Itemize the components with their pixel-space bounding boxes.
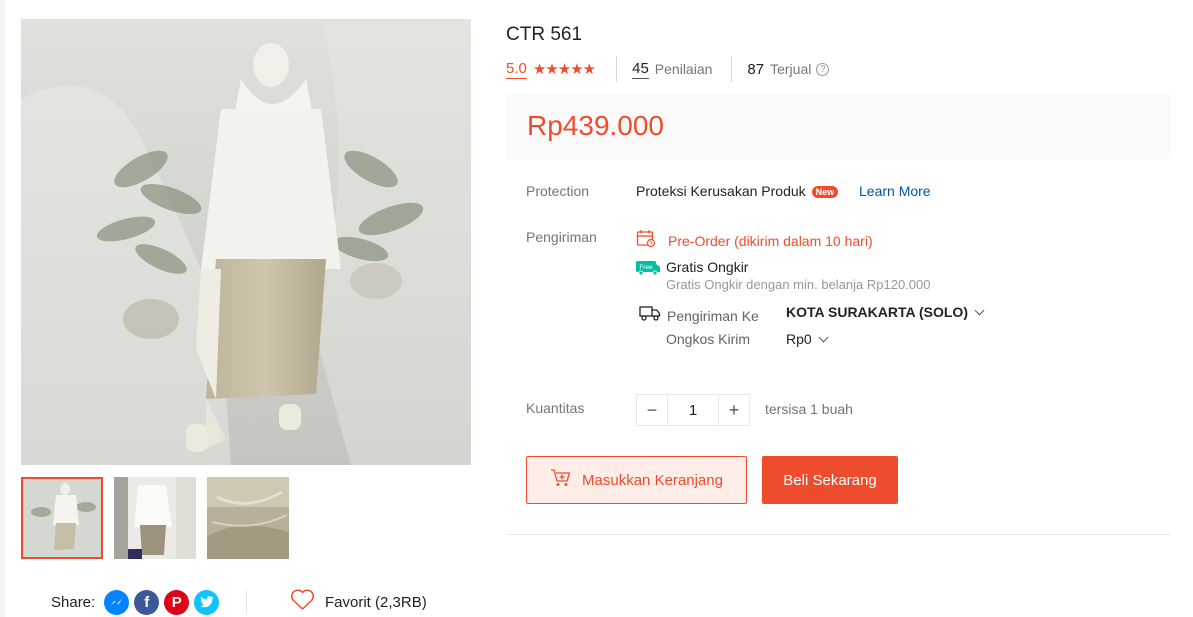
favorite-button[interactable]: Favorit (2,3RB) — [290, 588, 427, 616]
quantity-decrease-button[interactable]: − — [636, 394, 668, 426]
calendar-icon — [636, 229, 656, 253]
free-shipping-icon: Free — [636, 260, 661, 276]
sold-count: 87 — [747, 60, 765, 78]
new-badge: New — [811, 186, 839, 199]
preorder-row: Pre-Order (dikirim dalam 10 hari) — [636, 229, 873, 253]
share-label: Share: — [51, 593, 96, 611]
learn-more-link[interactable]: Learn More — [859, 183, 931, 199]
reviews-label: Penilaian — [654, 61, 713, 77]
price-box: Rp439.000 — [506, 94, 1171, 159]
ship-to-city-dropdown[interactable]: KOTA SURAKARTA (SOLO) — [786, 304, 985, 320]
shipping-label: Pengiriman — [526, 229, 597, 245]
buy-now-button[interactable]: Beli Sekarang — [762, 456, 898, 504]
ship-to-city: KOTA SURAKARTA (SOLO) — [786, 304, 968, 320]
thumbnail-strip — [21, 477, 289, 559]
product-card: Share: f P Favorit (2,3RB) CTR 561 5.0 ★… — [5, 0, 1193, 617]
stock-text: tersisa 1 buah — [765, 401, 853, 417]
shipping-cost-dropdown[interactable]: Rp0 — [786, 331, 829, 347]
thumbnail-3[interactable] — [207, 477, 289, 559]
messenger-icon[interactable] — [104, 589, 130, 615]
product-title: CTR 561 — [506, 24, 583, 45]
quantity-input[interactable] — [668, 394, 718, 426]
chevron-down-icon — [818, 332, 829, 343]
ship-to-row: Pengiriman Ke — [639, 304, 759, 327]
cart-icon — [550, 468, 572, 492]
shipping-cost-label: Ongkos Kirim — [666, 331, 751, 347]
twitter-icon[interactable] — [194, 589, 220, 615]
quantity-increase-button[interactable]: + — [718, 394, 750, 426]
rating-divider — [616, 56, 618, 82]
protection-value: Proteksi Kerusakan Produk New — [636, 183, 839, 199]
sold-label: Terjual — [770, 61, 812, 77]
chevron-down-icon — [974, 305, 985, 316]
share-row: Share: f P — [51, 589, 220, 615]
add-to-cart-button[interactable]: Masukkan Keranjang — [526, 456, 747, 504]
free-shipping-title: Gratis Ongkir — [666, 259, 749, 275]
pinterest-icon[interactable]: P — [164, 589, 190, 615]
free-shipping-subtitle: Gratis Ongkir dengan min. belanja Rp120.… — [666, 277, 931, 292]
sold-divider — [731, 56, 733, 82]
favorite-label: Favorit (2,3RB) — [325, 593, 427, 611]
product-price: Rp439.000 — [527, 110, 665, 141]
facebook-icon[interactable]: f — [134, 589, 160, 615]
free-shipping-row: Free Gratis Ongkir — [636, 259, 749, 276]
share-divider — [246, 590, 247, 614]
add-to-cart-label: Masukkan Keranjang — [582, 471, 723, 489]
rating-row: 5.0 ★★★★★ 45 Penilaian 87 Terjual ? — [506, 56, 830, 82]
help-icon[interactable]: ? — [816, 62, 830, 76]
truck-icon — [639, 304, 661, 327]
thumbnail-1[interactable] — [21, 477, 103, 559]
rating-stars-icon: ★★★★★ — [532, 61, 596, 78]
ship-to-label: Pengiriman Ke — [667, 307, 759, 324]
heart-icon — [290, 588, 315, 616]
shipping-cost-value: Rp0 — [786, 331, 812, 347]
reviews-count[interactable]: 45 — [632, 60, 649, 79]
thumbnail-2[interactable] — [114, 477, 196, 559]
preorder-text: Pre-Order (dikirim dalam 10 hari) — [668, 233, 873, 249]
quantity-label: Kuantitas — [526, 400, 585, 416]
rating-score[interactable]: 5.0 — [506, 60, 527, 79]
protection-text: Proteksi Kerusakan Produk — [636, 183, 806, 199]
svg-text:Free: Free — [639, 264, 653, 271]
section-divider — [506, 534, 1171, 535]
protection-label: Protection — [526, 183, 590, 199]
product-main-image[interactable] — [21, 19, 471, 465]
quantity-stepper: − + — [636, 394, 750, 426]
